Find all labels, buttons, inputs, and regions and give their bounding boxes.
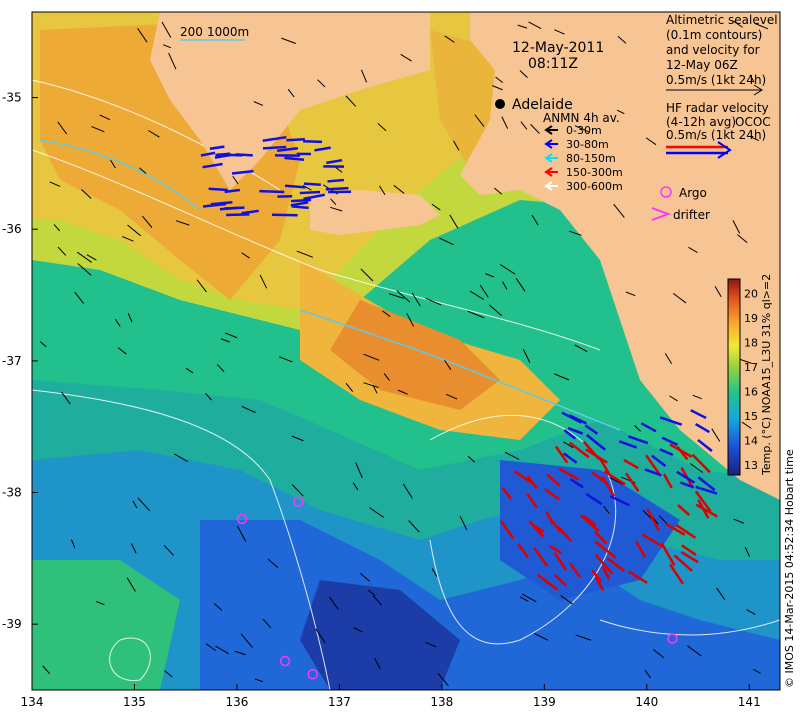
- colorbar-tick-label: 20: [744, 288, 758, 301]
- hf-radar-overlap-text: OCOC: [735, 115, 771, 129]
- credit-text: © IMOS 14-Mar-2015 04:52:34 Hobart time: [783, 449, 796, 688]
- altimetric-legend-line-5: 0.5m/s (1kt 24h): [666, 73, 766, 87]
- y-tick-label: -37: [2, 354, 22, 368]
- colorbar-tick-label: 16: [744, 386, 758, 399]
- hf-radar-vector: [285, 186, 305, 188]
- colorbar-tick-label: 15: [744, 410, 758, 423]
- x-tick-label: 134: [21, 695, 44, 709]
- x-tick-label: 138: [430, 695, 453, 709]
- hf-radar-line-3: 0.5m/s (1kt 24h): [666, 128, 766, 142]
- anmn-legend-label: 150-300m: [566, 166, 623, 179]
- x-tick-label: 136: [225, 695, 248, 709]
- hf-radar-vector: [327, 180, 343, 181]
- hf-radar-vector: [226, 214, 249, 215]
- hf-radar-line-2: (4-12h avg): [666, 115, 736, 129]
- colorbar-gradient: [728, 279, 740, 475]
- hf-radar-vector: [326, 188, 349, 189]
- altimetric-legend-line-3: and velocity for: [666, 43, 760, 57]
- colorbar-tick-label: 17: [744, 361, 758, 374]
- anmn-legend-title: ANMN 4h av.: [543, 111, 620, 125]
- anmn-legend-label: 30-80m: [566, 138, 609, 151]
- colorbar-tick-label: 13: [744, 459, 758, 472]
- date-label: 12-May-2011: [512, 40, 604, 56]
- hf-radar-vector: [304, 184, 321, 185]
- y-tick-label: -38: [2, 486, 22, 500]
- x-tick-label: 135: [123, 695, 146, 709]
- hf-radar-vector: [220, 208, 239, 209]
- time-label: 08:11Z: [528, 56, 578, 72]
- y-tick-label: -36: [2, 222, 22, 236]
- argo-legend-label: Argo: [679, 186, 707, 200]
- scale-label-200: 200: [180, 25, 203, 39]
- sst-map-figure: 134135136137138139140141-35-36-37-38-39 …: [0, 0, 800, 720]
- y-tick-label: -35: [2, 91, 22, 105]
- hf-radar-vector: [209, 189, 228, 190]
- hf-radar-vector: [272, 215, 298, 216]
- altimetric-legend-line-4: 12-May 06Z: [666, 58, 738, 72]
- colorbar-tick-label: 19: [744, 312, 758, 325]
- map-svg: 134135136137138139140141-35-36-37-38-39 …: [0, 0, 800, 720]
- altimetric-legend-line-2: (0.1m contours): [666, 28, 762, 42]
- x-tick-label: 139: [533, 695, 556, 709]
- drifter-legend-label: drifter: [673, 208, 710, 222]
- hf-radar-line-1: HF radar velocity: [666, 101, 769, 115]
- colorbar-tick-label: 14: [744, 435, 758, 448]
- hf-radar-vector: [303, 141, 322, 142]
- hf-radar-vector: [286, 139, 304, 140]
- adelaide-marker: [495, 99, 505, 109]
- scale-bar: 200 1000m: [180, 25, 249, 40]
- anmn-legend-label: 0-30m: [566, 124, 602, 137]
- x-tick-label: 137: [328, 695, 351, 709]
- anmn-legend-label: 300-600m: [566, 180, 623, 193]
- x-tick-label: 141: [738, 695, 761, 709]
- hf-radar-vector: [259, 191, 284, 192]
- colorbar-label: Temp. (°C) NOAA15_L3U 31% ql>=2: [760, 274, 773, 476]
- scale-label-1000: 1000m: [207, 25, 249, 39]
- anmn-legend-label: 80-150m: [566, 152, 616, 165]
- hf-radar-vector: [292, 206, 309, 208]
- y-tick-label: -39: [2, 617, 22, 631]
- altimetric-legend-line-1: Altimetric sealevel: [666, 13, 778, 27]
- hf-radar-vector: [300, 192, 320, 193]
- hf-radar-vector: [291, 200, 311, 201]
- x-tick-label: 140: [635, 695, 658, 709]
- hf-radar-vector: [263, 147, 286, 148]
- colorbar-tick-label: 18: [744, 337, 758, 350]
